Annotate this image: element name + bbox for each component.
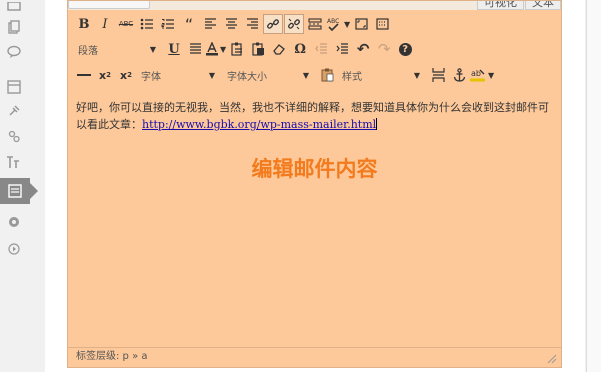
fullscreen-button[interactable] (351, 14, 371, 34)
horizontal-rule-icon (77, 74, 91, 76)
align-justify-button[interactable] (185, 39, 205, 59)
indent-button[interactable] (332, 39, 352, 59)
clipboard-icon (321, 68, 333, 82)
admin-sidebar (0, 0, 38, 372)
tab-visual[interactable]: 可视化 (477, 1, 524, 10)
chevron-down-icon: ▼ (413, 70, 420, 80)
unlink-icon (288, 18, 300, 30)
italic-button[interactable]: I (95, 14, 115, 34)
page-break-icon (431, 68, 445, 82)
redo-button[interactable]: ↷ (374, 39, 394, 59)
overlay-title: 编辑邮件内容 (251, 157, 378, 181)
format-select[interactable]: 段落 ▼ (74, 40, 160, 58)
insert-link-button[interactable] (263, 14, 283, 34)
add-media-button[interactable] (68, 1, 150, 9)
bold-button[interactable]: B (74, 14, 94, 34)
read-more-icon (308, 18, 322, 30)
toolbar-toggle-button[interactable] (372, 14, 392, 34)
style-select[interactable]: 样式 ▼ (338, 66, 424, 84)
text-cursor (376, 118, 378, 130)
outdent-button[interactable] (311, 39, 331, 59)
users-icon[interactable] (6, 130, 22, 144)
help-button[interactable]: ? (395, 39, 415, 59)
eraser-icon (273, 44, 286, 55)
spellcheck-icon: ABC (327, 18, 339, 31)
paste-clipboard-button[interactable] (317, 65, 337, 85)
align-center-icon (225, 18, 237, 29)
anchor-button[interactable] (449, 65, 469, 85)
collapse-menu-icon[interactable] (6, 242, 22, 256)
chevron-down-icon: ▼ (149, 44, 156, 54)
paste-word-icon (252, 42, 264, 56)
svg-text:ab: ab (471, 69, 481, 78)
align-right-button[interactable] (242, 14, 262, 34)
clear-formatting-button[interactable] (269, 39, 289, 59)
align-left-button[interactable] (200, 14, 220, 34)
resize-handle-icon[interactable] (547, 354, 557, 364)
tab-text[interactable]: 文本 (525, 1, 561, 10)
appearance-icon[interactable] (6, 80, 22, 94)
numbered-list-icon (161, 19, 174, 29)
fullscreen-icon (355, 18, 368, 30)
font-family-select[interactable]: 字体 ▼ (137, 66, 219, 84)
comments-icon[interactable] (6, 45, 22, 59)
format-select-value: 段落 (78, 45, 98, 57)
superscript-button[interactable]: x2 (116, 65, 136, 85)
settings-circle-icon[interactable] (6, 215, 22, 229)
paste-text-button[interactable] (227, 39, 247, 59)
editor-statusbar: 标签层级: p » a (68, 347, 561, 367)
text-color-icon (206, 42, 218, 56)
editor-content[interactable]: 好吧，你可以直接的无视我，当然，我也不详细的解释，想要知道具体你为什么会收到这封… (76, 99, 554, 133)
blockquote-button[interactable]: “ (179, 14, 199, 34)
highlight-color-icon: ab (470, 69, 485, 82)
style-select-value: 样式 (342, 71, 362, 83)
content-link[interactable]: http://www.bgbk.org/wp-mass-mailer.html (142, 118, 376, 131)
font-family-select-value: 字体 (141, 71, 161, 83)
page-break-button[interactable] (428, 65, 448, 85)
remove-link-button[interactable] (284, 14, 304, 34)
underline-button[interactable]: U (164, 39, 184, 59)
horizontal-rule-button[interactable] (74, 65, 94, 85)
special-character-button[interactable]: Ω (290, 39, 310, 59)
element-path: 标签层级: p » a (76, 351, 148, 362)
right-panel-edge (586, 0, 601, 372)
bullet-list-icon (140, 18, 153, 30)
align-center-button[interactable] (221, 14, 241, 34)
toolbar-row-3: x2 x2 字体 ▼ 字体大小 ▼ 样式 ▼ ab ▼ (74, 64, 495, 86)
font-size-select[interactable]: 字体大小 ▼ (223, 66, 313, 84)
link-icon (267, 19, 279, 29)
paste-word-button[interactable] (248, 39, 268, 59)
mail-settings-icon[interactable] (7, 184, 23, 198)
paste-text-icon (231, 42, 242, 56)
spellcheck-button[interactable]: ABC ▼ (326, 14, 350, 34)
help-icon: ? (398, 42, 412, 56)
align-justify-icon (189, 43, 201, 54)
outdent-icon (314, 43, 327, 54)
chevron-down-icon: ▼ (302, 70, 309, 80)
align-left-icon (204, 18, 216, 29)
toolbar-toggle-icon (376, 18, 389, 30)
strikethrough-button[interactable]: ABC (116, 14, 136, 34)
plugins-icon[interactable] (6, 104, 22, 118)
undo-button[interactable]: ↶ (353, 39, 373, 59)
text-color-button[interactable]: ▼ (206, 39, 226, 59)
bullet-list-button[interactable] (137, 14, 157, 34)
tools-icon[interactable] (6, 155, 22, 169)
toolbar-row-1: B I ABC “ ABC ▼ (74, 13, 393, 35)
rich-text-editor: 可视化 文本 B I ABC “ ABC ▼ 段落 ▼ U ▼ Ω ↶ ↷ ? … (67, 0, 562, 368)
font-size-select-value: 字体大小 (227, 71, 267, 83)
read-more-button[interactable] (305, 14, 325, 34)
pages-icon[interactable] (6, 20, 22, 34)
indent-icon (336, 43, 348, 54)
toolbar-row-2: 段落 ▼ U ▼ Ω ↶ ↷ ? (74, 38, 416, 60)
chevron-down-icon: ▼ (208, 70, 215, 80)
highlight-color-button[interactable]: ab ▼ (470, 65, 494, 85)
anchor-icon (453, 68, 465, 82)
media-icon[interactable] (6, 0, 22, 14)
numbered-list-button[interactable] (158, 14, 178, 34)
subscript-button[interactable]: x2 (95, 65, 115, 85)
align-right-icon (246, 18, 258, 29)
